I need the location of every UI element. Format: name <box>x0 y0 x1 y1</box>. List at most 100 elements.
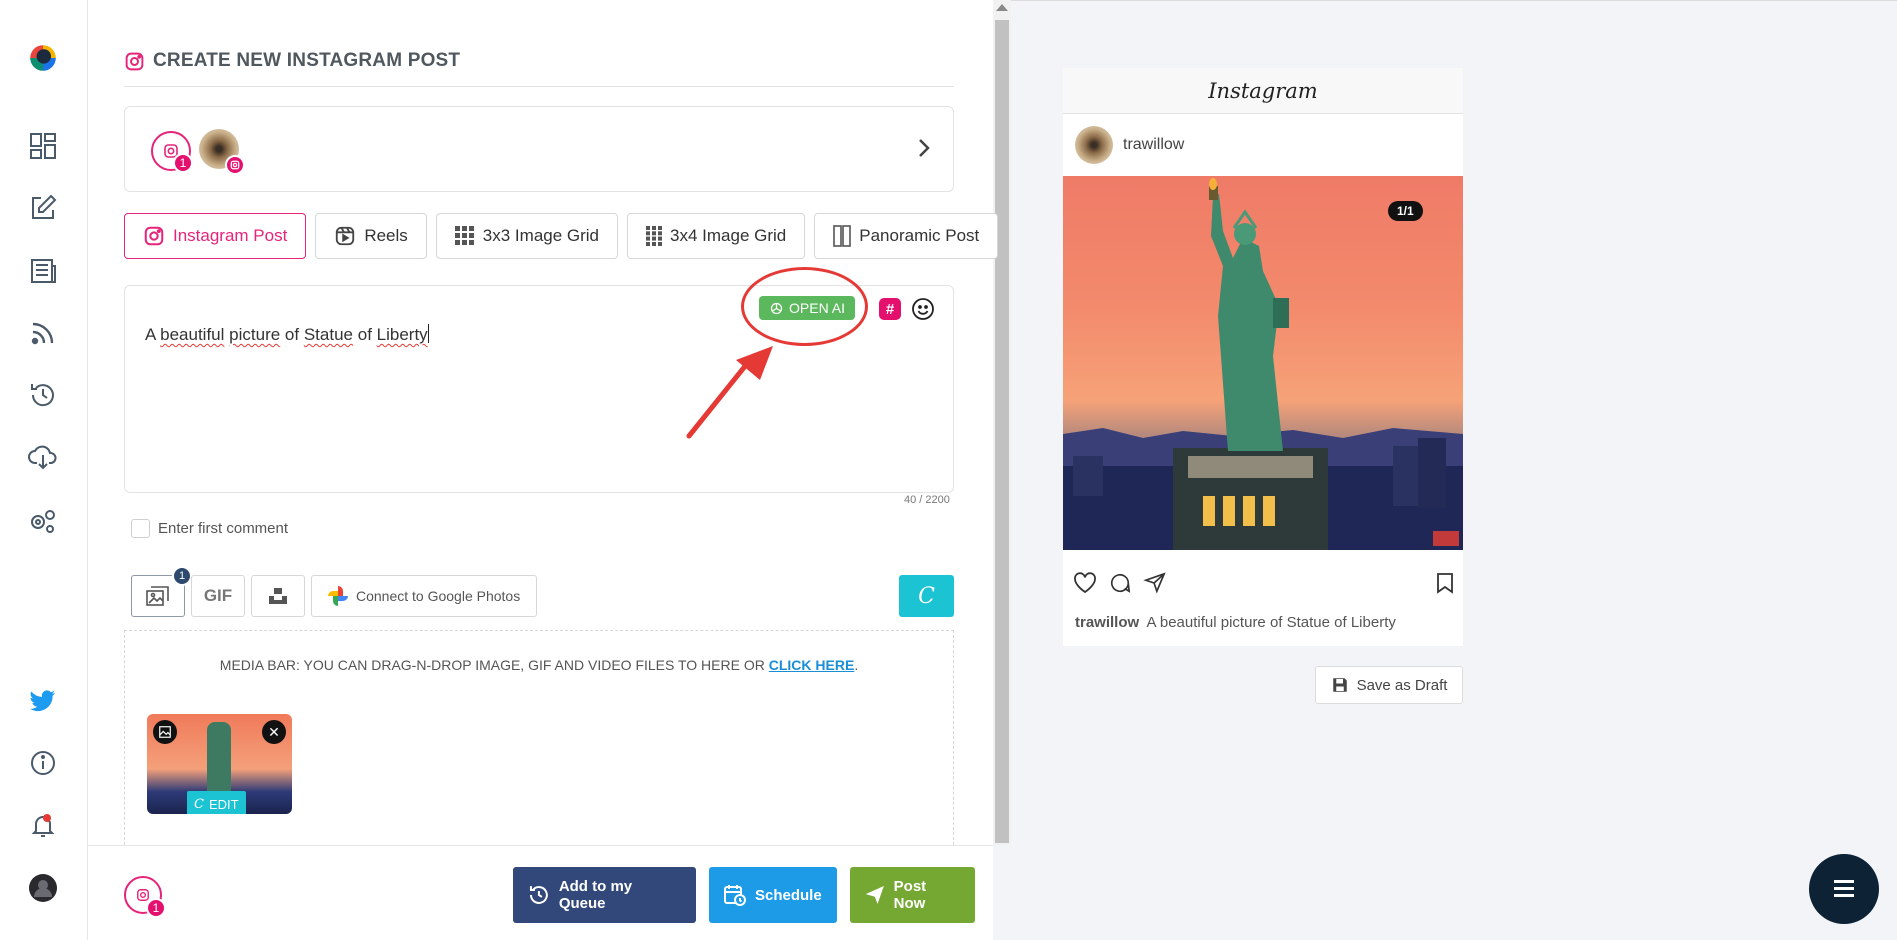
emoji-icon[interactable] <box>911 297 935 321</box>
scroll-up-arrow-icon[interactable] <box>996 4 1008 11</box>
post-now-button[interactable]: Post Now <box>850 867 975 923</box>
edit-media-button[interactable]: C EDIT <box>187 791 246 814</box>
image-counter: 1/1 <box>1388 201 1423 221</box>
calendar-clock-icon <box>724 885 746 906</box>
misspelled-word: Statue <box>303 325 353 344</box>
google-photos-button[interactable]: Connect to Google Photos <box>311 575 538 617</box>
sidebar-item-compose[interactable] <box>22 187 64 229</box>
comment-icon <box>1110 573 1131 593</box>
media-dropzone[interactable]: MEDIA BAR: YOU CAN DRAG-N-DROP IMAGE, GI… <box>124 630 954 845</box>
tab-panoramic[interactable]: Panoramic Post <box>814 213 999 259</box>
selected-count-badge: 1 <box>173 153 193 173</box>
newspaper-icon <box>31 259 56 283</box>
gif-button[interactable]: GIF <box>191 575 245 617</box>
preview-caption: trawillow A beautiful picture of Statue … <box>1063 614 1463 646</box>
media-count-badge: 1 <box>172 566 192 586</box>
grid-3x3-icon <box>454 226 474 245</box>
sidebar-item-import[interactable] <box>22 436 64 478</box>
media-bar-instructions: MEDIA BAR: YOU CAN DRAG-N-DROP IMAGE, GI… <box>219 657 765 673</box>
remove-media-button[interactable]: ✕ <box>262 720 286 744</box>
misspelled-word: Liberty <box>376 325 428 344</box>
reels-icon <box>336 226 355 246</box>
page-title: CREATE NEW INSTAGRAM POST <box>153 50 461 71</box>
tab-label: 3x4 Image Grid <box>670 226 787 245</box>
grid-3x4-icon <box>646 226 663 246</box>
unsplash-button[interactable] <box>251 575 305 617</box>
menu-fab[interactable] <box>1809 854 1879 924</box>
add-to-queue-button[interactable]: Add to my Queue <box>513 867 696 923</box>
preview-actions <box>1063 550 1463 614</box>
tab-label: Panoramic Post <box>859 226 980 245</box>
sidebar-item-posts[interactable] <box>22 250 64 292</box>
post-now-label: Post Now <box>893 878 927 912</box>
schedule-label: Schedule <box>755 886 822 904</box>
tab-3x4-grid[interactable]: 3x4 Image Grid <box>627 213 806 259</box>
text-caret <box>427 324 429 343</box>
chevron-right-icon[interactable] <box>917 137 931 159</box>
account-instagram-badge <box>225 155 245 175</box>
send-icon <box>865 885 884 905</box>
save-draft-label: Save as Draft <box>1356 676 1448 694</box>
caption-username: trawillow <box>1075 614 1140 631</box>
sidebar-item-twitter[interactable] <box>22 679 64 721</box>
editor-footer: 1 Add to my Queue Schedule Post Now <box>88 845 993 940</box>
edit-icon <box>32 194 57 219</box>
save-icon <box>1332 678 1347 692</box>
queue-icon <box>529 886 548 904</box>
preview-username: trawillow <box>1123 136 1185 153</box>
misspelled-word: picture <box>229 325 281 344</box>
info-icon <box>31 751 55 775</box>
dashboard-icon <box>30 133 56 159</box>
image-library-button[interactable]: 1 <box>131 566 192 617</box>
tab-reels[interactable]: Reels <box>315 213 427 259</box>
edit-label: EDIT <box>208 796 239 812</box>
hamburger-menu-icon <box>1834 880 1854 897</box>
app-logo[interactable] <box>22 37 64 79</box>
schedule-button[interactable]: Schedule <box>709 867 837 923</box>
thumbnail-statue-shape <box>207 722 231 800</box>
instagram-account-toggle[interactable]: 1 <box>151 131 193 173</box>
preview-header: Instagram <box>1063 68 1463 114</box>
panorama-icon <box>833 225 852 247</box>
sidebar-item-settings[interactable] <box>22 500 64 542</box>
sidebar-item-dashboard[interactable] <box>22 125 64 167</box>
cloud-download-icon <box>28 445 57 470</box>
preview-image: 1/1 <box>1063 176 1463 550</box>
sidebar-item-profile[interactable] <box>22 867 64 909</box>
gears-icon <box>31 510 55 533</box>
editor-scrollbar[interactable] <box>993 0 1011 845</box>
statue-of-liberty-image <box>1063 178 1463 550</box>
first-comment-label: Enter first comment <box>158 520 289 537</box>
canva-button[interactable]: C <box>899 575 954 617</box>
preview-avatar <box>1075 126 1113 164</box>
post-text[interactable]: A beautiful picture of Statue of Liberty <box>145 324 429 345</box>
scroll-thumb[interactable] <box>995 20 1009 843</box>
tab-label: Reels <box>364 226 408 245</box>
hashtag-button[interactable]: # <box>879 298 901 320</box>
media-bar-period: . <box>854 657 859 673</box>
media-bar-text: MEDIA BAR: YOU CAN DRAG-N-DROP IMAGE, GI… <box>125 657 953 673</box>
recycle-clock-icon <box>31 384 54 407</box>
queue-label: Add to my Queue <box>558 878 633 912</box>
tab-3x3-grid[interactable]: 3x3 Image Grid <box>435 213 619 259</box>
google-photos-label: Connect to Google Photos <box>356 588 521 604</box>
sidebar-item-info[interactable] <box>22 742 64 784</box>
footer-account-badge: 1 <box>146 898 166 918</box>
account-selector[interactable]: 1 <box>124 106 954 192</box>
tab-instagram-post[interactable]: Instagram Post <box>124 213 307 259</box>
click-here-link[interactable]: CLICK HERE <box>769 657 855 673</box>
first-comment-toggle[interactable]: Enter first comment <box>131 519 288 538</box>
sidebar-item-recycle[interactable] <box>22 374 64 416</box>
character-counter: 40 / 2200 <box>904 494 950 506</box>
first-comment-checkbox[interactable] <box>131 519 150 538</box>
user-avatar-icon <box>29 874 57 902</box>
footer-account-icon[interactable]: 1 <box>124 876 166 918</box>
media-thumbnail[interactable]: ✕ C EDIT <box>147 714 292 814</box>
tab-label: Instagram Post <box>173 226 288 245</box>
logo-icon <box>30 45 56 71</box>
save-as-draft-button[interactable]: Save as Draft <box>1315 666 1463 704</box>
twitter-icon <box>30 690 55 712</box>
sidebar-item-rss[interactable] <box>22 312 64 354</box>
sidebar-item-notifications[interactable] <box>22 804 64 846</box>
google-photos-icon <box>328 586 348 606</box>
